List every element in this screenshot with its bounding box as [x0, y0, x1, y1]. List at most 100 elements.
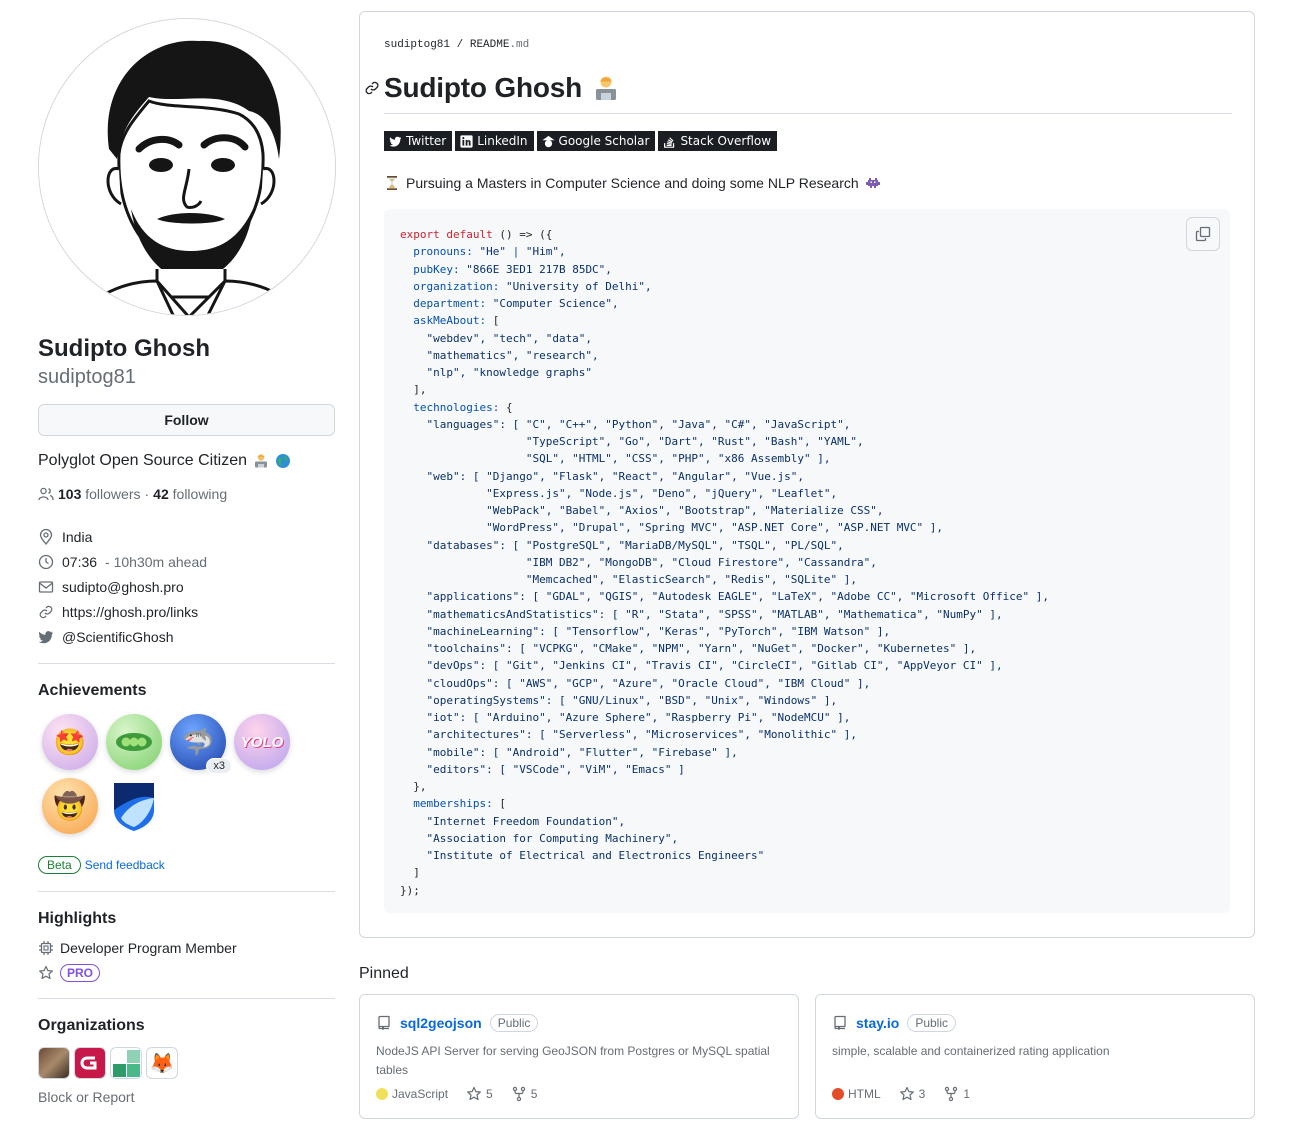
- repo-link[interactable]: stay.io: [856, 1015, 899, 1031]
- organizations-title: Organizations: [38, 1017, 145, 1034]
- following-link[interactable]: 42 following: [153, 486, 227, 502]
- block-or-report-link[interactable]: Block or Report: [38, 1089, 336, 1105]
- beta-feedback: Beta Send feedback: [38, 856, 336, 874]
- repo-description: NodeJS API Server for serving GeoJSON fr…: [376, 1044, 770, 1077]
- profile-fullname: Sudipto Ghosh: [38, 335, 210, 362]
- globe-emoji-icon: [276, 454, 290, 468]
- repo-meta: HTML 3 1: [832, 1086, 970, 1102]
- time-delta: - 10h30m ahead: [105, 553, 208, 570]
- beta-label: Beta: [38, 856, 81, 874]
- pinned-repo-card: stay.io Public simple, scalable and cont…: [815, 994, 1255, 1119]
- readme-crumb-file: README: [469, 39, 510, 51]
- readme-code-block: export default () => ({ pronouns: "He" |…: [384, 209, 1230, 913]
- pull-shark-count: x3: [206, 758, 232, 774]
- cpu-icon: [39, 941, 53, 955]
- copy-icon: [1195, 226, 1211, 242]
- profile-details: India 07:36 - 10h30m ahead sudipto@ghosh…: [38, 524, 336, 649]
- clock-icon: [38, 554, 54, 569]
- repo-stars[interactable]: 5: [466, 1086, 493, 1102]
- twitter-item[interactable]: @ScientificGhosh: [38, 624, 336, 649]
- fork-icon: [945, 1086, 958, 1102]
- sidebar-divider: [38, 998, 335, 999]
- yolo-badge[interactable]: YOLO: [234, 714, 290, 770]
- pinned-repo-card: sql2geojson Public NodeJS API Server for…: [359, 994, 799, 1119]
- peas-icon: [116, 733, 152, 751]
- local-time-item: 07:36 - 10h30m ahead: [38, 549, 336, 574]
- arctic-shield-icon: [114, 783, 154, 831]
- alien-monster-icon: [865, 178, 880, 188]
- repo-name-row: stay.io Public: [832, 1014, 956, 1032]
- readme-crumb-user[interactable]: sudiptog81: [384, 39, 450, 51]
- repo-icon: [834, 1015, 846, 1030]
- followers-link[interactable]: 103 followers: [58, 486, 141, 502]
- language-color-dot: [376, 1088, 388, 1100]
- pair-extraordinaire-badge[interactable]: [106, 714, 162, 770]
- send-feedback-link[interactable]: Send feedback: [85, 858, 165, 872]
- pinned-title: Pinned: [359, 965, 409, 982]
- readme-card: sudiptog81 / README.md Sudipto Ghosh Twi…: [359, 11, 1255, 938]
- avatar[interactable]: [38, 18, 336, 316]
- people-icon: [38, 487, 54, 501]
- repo-link[interactable]: sql2geojson: [400, 1015, 482, 1031]
- pull-shark-badge[interactable]: 🦈 x3: [170, 714, 232, 774]
- repo-stars[interactable]: 3: [899, 1086, 925, 1102]
- achievements-title[interactable]: Achievements: [38, 682, 336, 700]
- social-shields: Twitter LinkedIn Google Scholar Stack Ov…: [384, 131, 778, 151]
- developer-program-item[interactable]: Developer Program Member: [38, 940, 336, 956]
- google-scholar-shield[interactable]: Google Scholar: [536, 131, 656, 151]
- email-item[interactable]: sudipto@ghosh.pro: [38, 574, 336, 599]
- visibility-badge: Public: [489, 1014, 539, 1032]
- bio-text: Polyglot Open Source Citizen: [38, 452, 247, 469]
- website-item[interactable]: https://ghosh.pro/links: [38, 599, 336, 624]
- follow-stats: 103 followers · 42 following: [38, 486, 336, 502]
- twitter-shield[interactable]: Twitter: [384, 131, 453, 151]
- star-icon: [39, 965, 53, 980]
- twitter-icon: [389, 136, 402, 147]
- org-avatar-4[interactable]: 🦊: [146, 1047, 178, 1079]
- org-avatar-1[interactable]: [38, 1047, 70, 1079]
- language-color-dot: [832, 1088, 844, 1100]
- repo-forks[interactable]: 1: [943, 1086, 970, 1102]
- mail-icon: [38, 580, 54, 593]
- starstruck-badge[interactable]: 🤩: [42, 714, 98, 770]
- location-item: India: [38, 524, 336, 549]
- hourglass-icon: [387, 176, 397, 190]
- highlights-title: Highlights: [38, 910, 117, 927]
- star-icon: [467, 1086, 481, 1101]
- copy-code-button[interactable]: [1186, 217, 1220, 251]
- sidebar-divider: [38, 891, 335, 892]
- follow-button[interactable]: Follow: [38, 404, 335, 436]
- google-scholar-icon: [541, 135, 555, 147]
- twitter-link[interactable]: @ScientificGhosh: [62, 629, 173, 645]
- follow-separator: ·: [144, 486, 150, 502]
- pro-item: PRO: [38, 964, 336, 982]
- link-icon: [39, 605, 53, 618]
- website-link[interactable]: https://ghosh.pro/links: [62, 604, 198, 620]
- pro-badge: PRO: [60, 964, 101, 982]
- quickdraw-badge[interactable]: 🤠: [42, 778, 98, 834]
- repo-forks[interactable]: 5: [511, 1086, 537, 1102]
- readme-breadcrumb: sudiptog81 / README.md: [384, 39, 530, 51]
- repo-language: HTML: [832, 1087, 881, 1101]
- technologist-emoji-icon: [596, 76, 617, 100]
- profile-username: sudiptog81: [38, 366, 136, 388]
- heading-divider: [384, 113, 1232, 114]
- readme-title: Sudipto Ghosh: [384, 72, 620, 104]
- repo-meta: JavaScript 5 5: [376, 1086, 537, 1102]
- email-link[interactable]: sudipto@ghosh.pro: [62, 579, 184, 595]
- fork-icon: [512, 1086, 525, 1102]
- achievement-badges: 🤩 🦈 x3 YOLO 🤠: [38, 714, 308, 834]
- repo-name-row: sql2geojson Public: [376, 1014, 539, 1032]
- readme-heading-row: Sudipto Ghosh: [364, 72, 1232, 104]
- readme-tagline: Pursuing a Masters in Computer Science a…: [384, 175, 881, 191]
- visibility-badge: Public: [907, 1014, 956, 1032]
- linkedin-shield[interactable]: LinkedIn: [455, 131, 534, 151]
- arctic-code-vault-badge[interactable]: [106, 778, 162, 834]
- org-avatar-2[interactable]: [74, 1047, 106, 1079]
- org-avatar-3[interactable]: [110, 1047, 142, 1079]
- anchor-link-icon[interactable]: [364, 80, 380, 96]
- stack-overflow-shield[interactable]: Stack Overflow: [658, 131, 778, 151]
- star-icon: [899, 1086, 914, 1101]
- org-logo-icon: [80, 1056, 97, 1070]
- profile-sidebar: Sudipto Ghosh sudiptog81 Follow Polyglot…: [38, 18, 336, 1105]
